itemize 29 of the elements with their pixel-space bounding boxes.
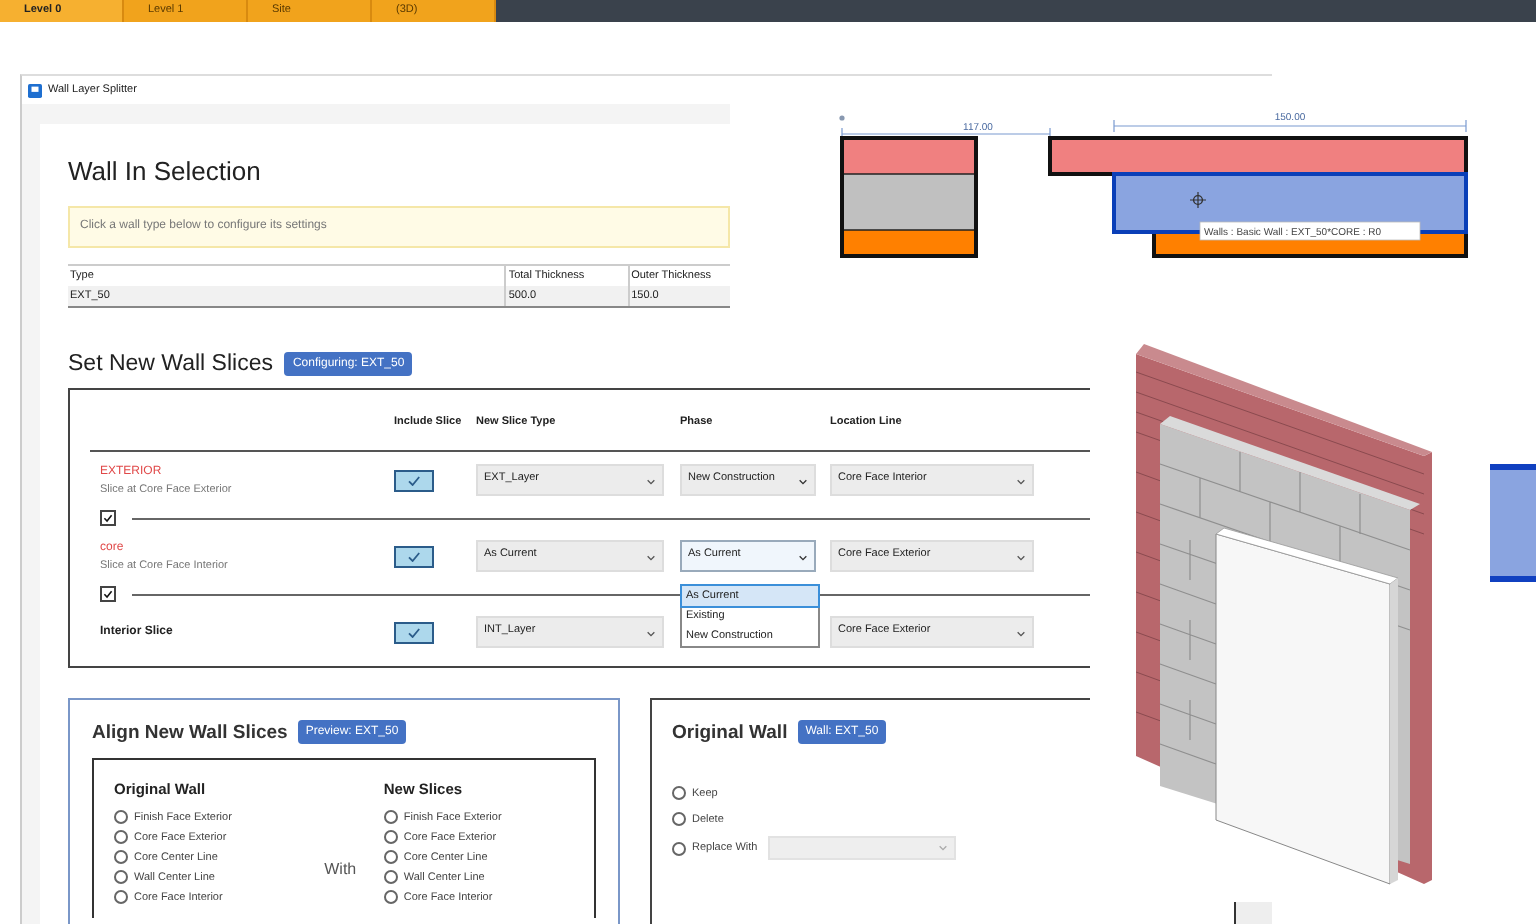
caret-icon [798, 478, 808, 486]
include-checkbox[interactable] [394, 621, 434, 643]
include-checkbox[interactable] [394, 545, 434, 567]
caret-icon [1016, 630, 1026, 638]
caret-icon [1016, 554, 1026, 562]
section-heading: Set New Wall Slices [68, 352, 273, 376]
app-icon [28, 83, 42, 97]
caret-icon [937, 844, 948, 852]
caret-icon [646, 478, 656, 486]
caret-icon [646, 630, 656, 638]
caret-icon [1016, 478, 1026, 486]
section-heading: Wall In Selection [68, 156, 263, 186]
check-icon [408, 551, 420, 561]
section-heading: Align New Wall Slices [92, 721, 288, 743]
caret-icon [646, 554, 656, 562]
wall-section-drawing [840, 136, 978, 258]
wall-plan-fragment [1490, 464, 1536, 582]
check-icon [102, 512, 114, 524]
include-checkbox[interactable] [394, 469, 434, 491]
check-icon [408, 475, 420, 485]
connector-label: With [324, 858, 359, 882]
check-icon [102, 588, 114, 600]
split-checkbox[interactable] [100, 586, 116, 602]
move-cursor-icon [1189, 191, 1207, 209]
caret-icon [798, 554, 808, 562]
check-icon [408, 627, 420, 637]
dropdown-fragment [1234, 902, 1272, 924]
split-checkbox[interactable] [100, 510, 116, 526]
section-heading: Original Wall [672, 721, 788, 743]
